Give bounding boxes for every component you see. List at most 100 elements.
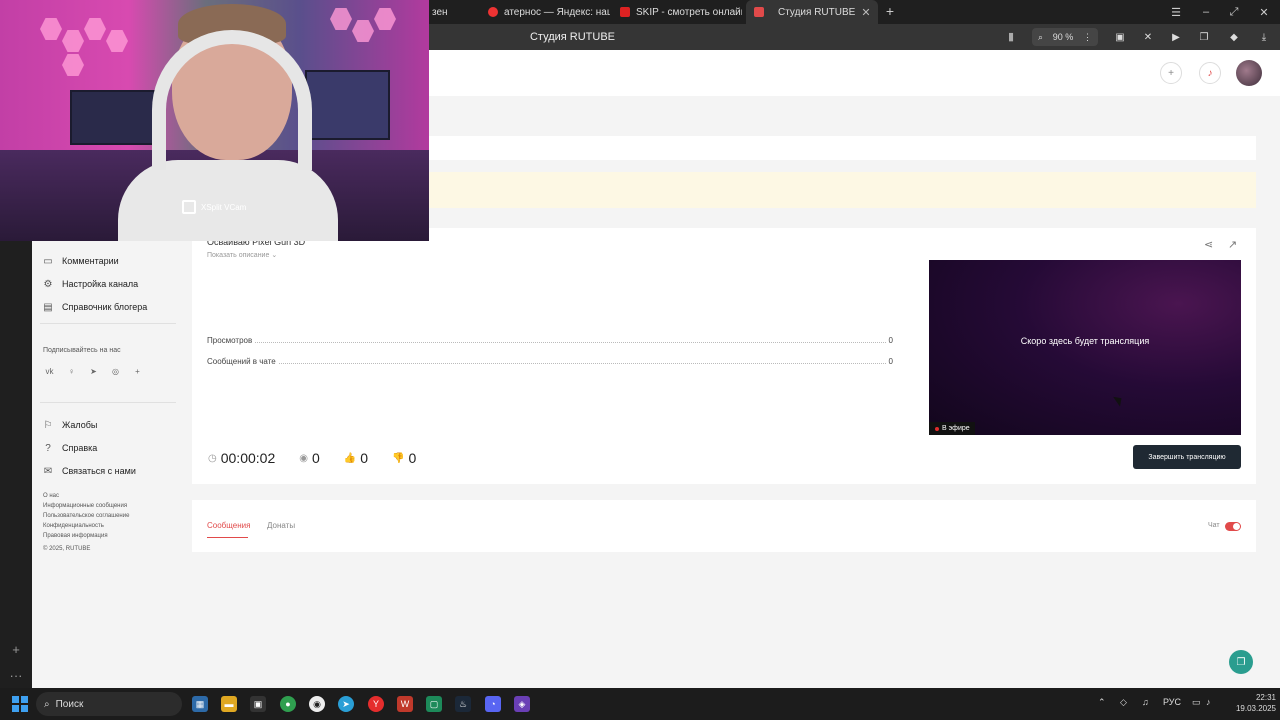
- hex-light: [40, 18, 62, 40]
- chat-support-button[interactable]: ❐: [1229, 650, 1253, 674]
- share-icon[interactable]: ⋖: [1204, 238, 1213, 251]
- open-external-icon[interactable]: ↗: [1228, 238, 1237, 251]
- sidebar-item-label: Жалобы: [62, 420, 98, 430]
- tray-expand-icon[interactable]: ⌃: [1098, 697, 1106, 708]
- sidebar-item-comments[interactable]: ▭ Комментарии: [42, 255, 118, 267]
- likes-counter: 👍 0: [344, 450, 368, 466]
- footer-link-info[interactable]: Информационные сообщения: [43, 503, 127, 509]
- menu-icon[interactable]: ☰: [1162, 0, 1190, 24]
- viber-icon[interactable]: ◎: [109, 365, 122, 378]
- monitor: [305, 70, 390, 140]
- zoom-indicator[interactable]: ⌕ 90 % ⋮: [1032, 28, 1098, 46]
- download-icon[interactable]: ⤓: [1256, 29, 1272, 45]
- tab-rutube-studio[interactable]: Студия RUTUBE ✕: [746, 0, 878, 24]
- microphone-icon[interactable]: ♫: [1142, 697, 1149, 707]
- chat-toggle[interactable]: [1225, 522, 1241, 531]
- footer-link-privacy[interactable]: Конфиденциальность: [43, 523, 104, 529]
- collections-icon[interactable]: ❐: [1196, 29, 1212, 45]
- store-icon[interactable]: ▣: [250, 696, 266, 712]
- tab-messages[interactable]: Сообщения: [207, 521, 250, 530]
- sidebar-item-contact[interactable]: ✉ Связаться с нами: [42, 465, 136, 477]
- dislikes-value: 0: [408, 450, 417, 466]
- page-title[interactable]: Студия RUTUBE: [500, 24, 645, 50]
- end-stream-button[interactable]: Завершить трансляцию: [1133, 445, 1241, 469]
- upload-icon[interactable]: +: [1160, 62, 1182, 84]
- watermark-label: XSplit VCam: [201, 202, 247, 212]
- language-indicator[interactable]: РУС: [1163, 697, 1181, 707]
- add-panel-icon[interactable]: +: [0, 642, 32, 657]
- sidebar-item-complaints[interactable]: ⚐ Жалобы: [42, 419, 98, 431]
- widgets-icon[interactable]: ▦: [192, 696, 208, 712]
- footer-link-terms[interactable]: Пользовательское соглашение: [43, 513, 129, 519]
- tab-donations[interactable]: Донаты: [267, 521, 295, 530]
- screenshot-icon[interactable]: ▣: [1112, 29, 1128, 45]
- hex-light: [106, 30, 128, 52]
- search-placeholder: Поиск: [55, 698, 84, 710]
- studio-favicon-icon: [754, 7, 764, 17]
- stream-counters: ◷ 00:00:02 ◉ 0 👍 0 👎 0: [208, 450, 416, 466]
- clock-time: 22:31: [1255, 693, 1276, 702]
- bookmark-icon[interactable]: ▮: [1008, 30, 1014, 43]
- vk-extension-icon[interactable]: ✕: [1140, 29, 1156, 45]
- notifications-icon[interactable]: ♪: [1199, 62, 1221, 84]
- live-dot-icon: [935, 426, 939, 431]
- volume-icon[interactable]: ♪: [1206, 697, 1211, 707]
- discord-icon[interactable]: ◔: [485, 696, 501, 712]
- taskbar-search[interactable]: ⌕ Поиск: [36, 692, 182, 716]
- stream-preview[interactable]: Скоро здесь будет трансляция В эфире: [929, 260, 1241, 435]
- monitor: [70, 90, 160, 145]
- taskbar: ⌕ Поиск ▦ ▬ ▣ ● ◉ ➤ Y W ▢ ♨ ◔ ◈ ⌃ ◇ ♫ РУ…: [0, 688, 1280, 720]
- xsplit-logo-icon: [182, 200, 196, 214]
- player-icon[interactable]: ▶: [1168, 29, 1184, 45]
- plus-icon[interactable]: +: [131, 365, 144, 378]
- more-panel-icon[interactable]: ···: [0, 668, 32, 683]
- display-icon[interactable]: ▭: [1192, 697, 1201, 708]
- extensions-icon[interactable]: ◆: [1226, 29, 1242, 45]
- windows-start-button[interactable]: [12, 696, 28, 712]
- file-explorer-icon[interactable]: ▬: [221, 696, 237, 712]
- minimize-icon[interactable]: –: [1192, 0, 1220, 24]
- telegram-app-icon[interactable]: ➤: [338, 696, 354, 712]
- close-window-icon[interactable]: ✕: [1250, 0, 1278, 24]
- close-tab-icon[interactable]: ✕: [861, 6, 870, 19]
- tab-yandex-search[interactable]: атернос — Яндекс: нашл: [480, 0, 610, 24]
- stat-label: Просмотров: [207, 336, 253, 345]
- chat-toggle-label: Чат: [1208, 522, 1220, 529]
- vk-icon[interactable]: vk: [43, 365, 56, 378]
- yandex-browser-icon[interactable]: Y: [368, 696, 384, 712]
- viewers-counter: ◉ 0: [299, 450, 320, 466]
- sidebar-item-help[interactable]: ? Справка: [42, 442, 97, 454]
- ok-icon[interactable]: ♀: [65, 365, 78, 378]
- chat-card: Сообщения Донаты Чат: [192, 500, 1256, 552]
- tab-skip[interactable]: SKIP - смотреть онлайн в: [612, 0, 742, 24]
- new-tab-button[interactable]: +: [882, 3, 898, 19]
- hex-light: [374, 8, 396, 30]
- yandex-favicon-icon: [488, 7, 498, 17]
- network-tray-icon[interactable]: ◇: [1120, 697, 1127, 708]
- obs-icon[interactable]: ◉: [309, 696, 325, 712]
- book-icon: ▤: [43, 301, 53, 313]
- telegram-icon[interactable]: ➤: [87, 365, 100, 378]
- system-clock[interactable]: 22:31 19.03.2025: [1226, 692, 1276, 714]
- office-icon[interactable]: W: [397, 696, 413, 712]
- divider: [40, 323, 176, 324]
- sidebar-item-channel-settings[interactable]: ⚙ Настройка канала: [42, 278, 139, 290]
- xsplit-app-icon[interactable]: ▢: [426, 696, 442, 712]
- chrome-icon[interactable]: ●: [280, 696, 296, 712]
- live-label: В эфире: [942, 425, 970, 432]
- footer-link-legal[interactable]: Правовая информация: [43, 533, 108, 539]
- sidebar-item-blogger-guide[interactable]: ▤ Справочник блогера: [42, 301, 147, 313]
- hex-light: [62, 30, 84, 52]
- avatar[interactable]: [1236, 60, 1262, 86]
- maximize-icon[interactable]: ⤢: [1220, 0, 1248, 24]
- show-description-link[interactable]: Показать описание ⌄: [207, 251, 277, 259]
- game-app-icon[interactable]: ◈: [514, 696, 530, 712]
- footer-link-about[interactable]: О нас: [43, 493, 59, 499]
- stream-card: Осваиваю Pixel Gun 3D Показать описание …: [192, 228, 1256, 484]
- timer-value: 00:00:02: [220, 450, 276, 466]
- comment-icon: ▭: [43, 255, 53, 267]
- dot-leader: [255, 342, 886, 343]
- steam-icon[interactable]: ♨: [455, 696, 471, 712]
- divider: [40, 402, 176, 403]
- magnifier-icon: ⌕: [1038, 31, 1044, 42]
